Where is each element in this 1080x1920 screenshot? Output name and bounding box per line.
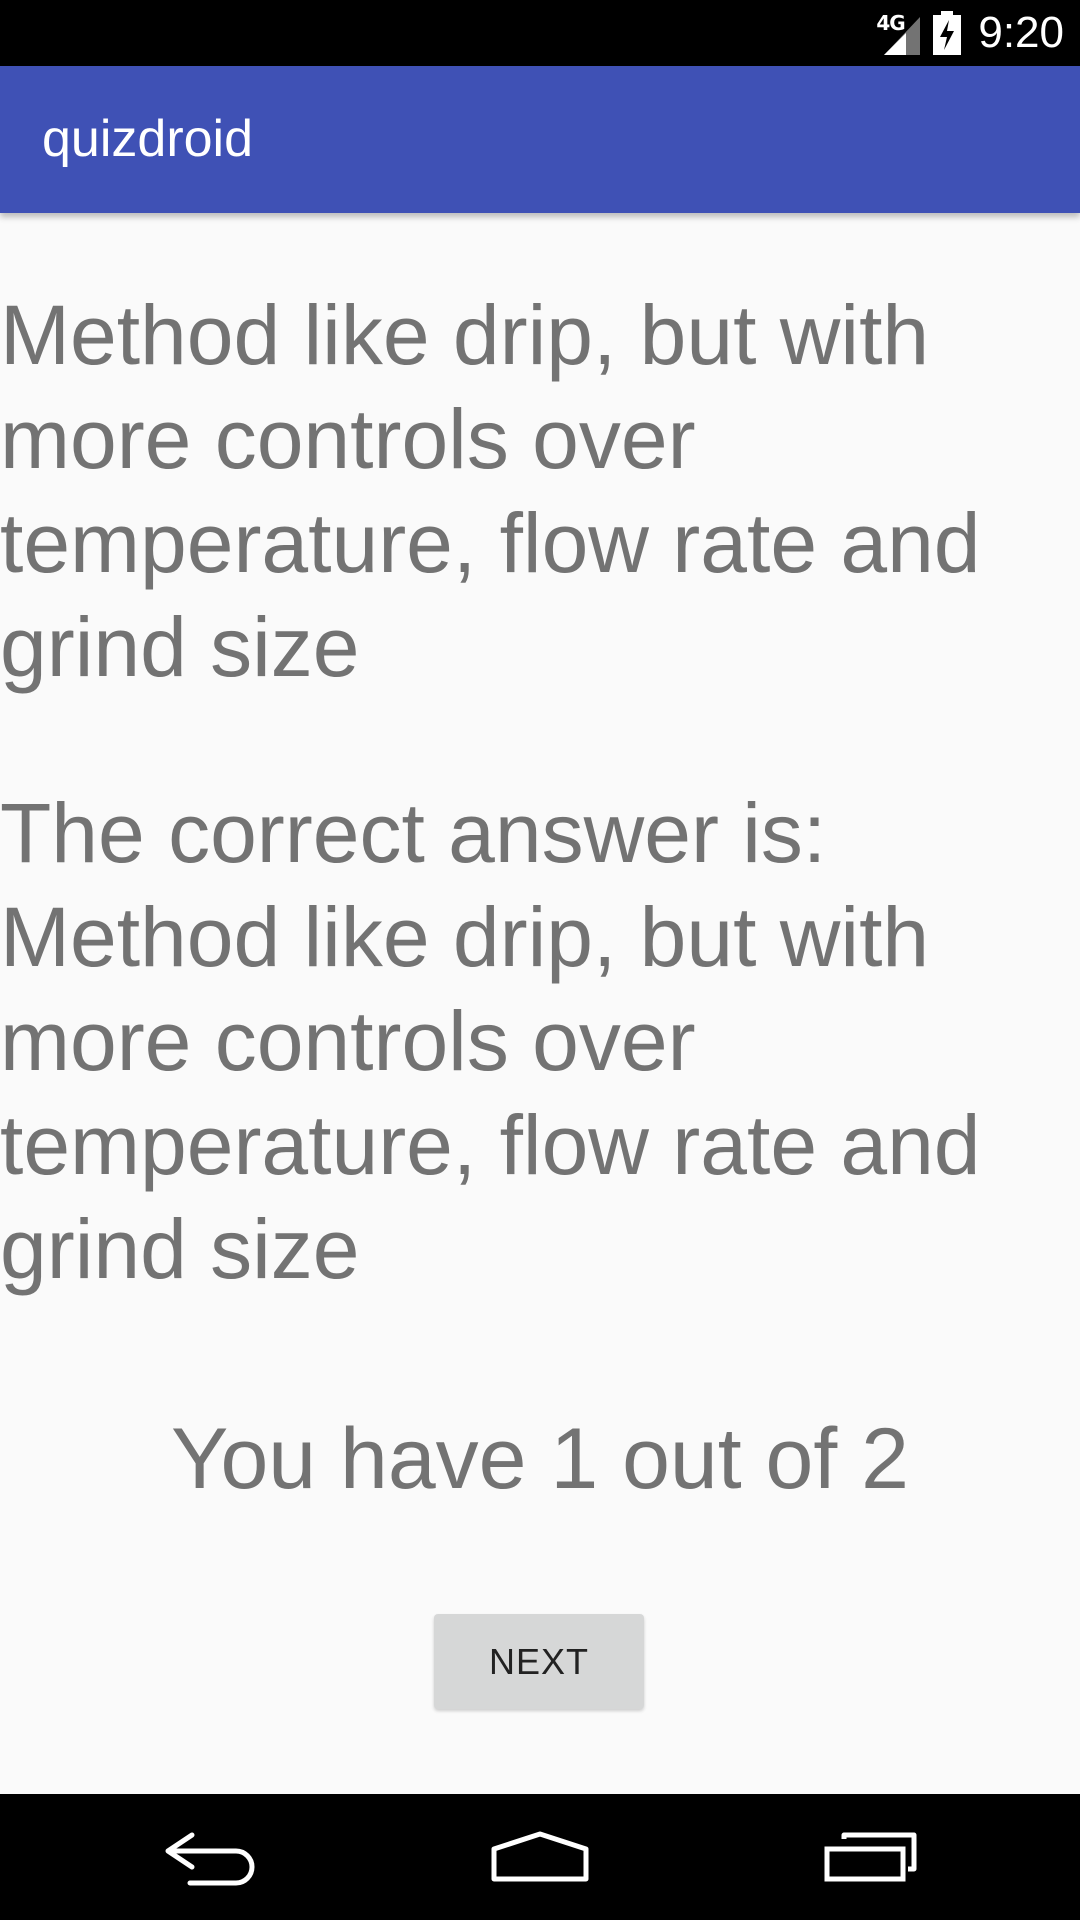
answer-text: Method like drip, but with more controls… xyxy=(0,890,981,1296)
next-button[interactable]: NEXT xyxy=(434,1614,644,1709)
back-button[interactable] xyxy=(120,1794,300,1920)
answer-prefix: The correct answer is: xyxy=(0,786,827,880)
status-bar: 4G 9:20 xyxy=(0,0,1080,66)
question-text: Method like drip, but with more controls… xyxy=(0,288,981,694)
battery-charging-icon xyxy=(932,11,962,55)
clock: 9:20 xyxy=(978,8,1064,57)
home-button[interactable] xyxy=(450,1794,630,1920)
status-icons: 4G 9:20 xyxy=(876,0,1064,66)
screen: 4G 9:20 quizdroid Method like drip, but … xyxy=(0,0,1080,1920)
home-icon xyxy=(491,1831,589,1882)
signal-icon: 4G xyxy=(876,11,921,55)
navigation-bar xyxy=(0,1794,1080,1920)
app-title: quizdroid xyxy=(42,110,254,168)
score-text: You have 1 out of 2 xyxy=(170,1411,909,1507)
answer-block: The correct answer is: Method like drip,… xyxy=(0,781,1080,1301)
recents-button[interactable] xyxy=(780,1794,960,1920)
back-icon xyxy=(165,1832,255,1886)
recents-icon xyxy=(824,1832,917,1882)
app-bar: quizdroid xyxy=(0,66,1080,213)
